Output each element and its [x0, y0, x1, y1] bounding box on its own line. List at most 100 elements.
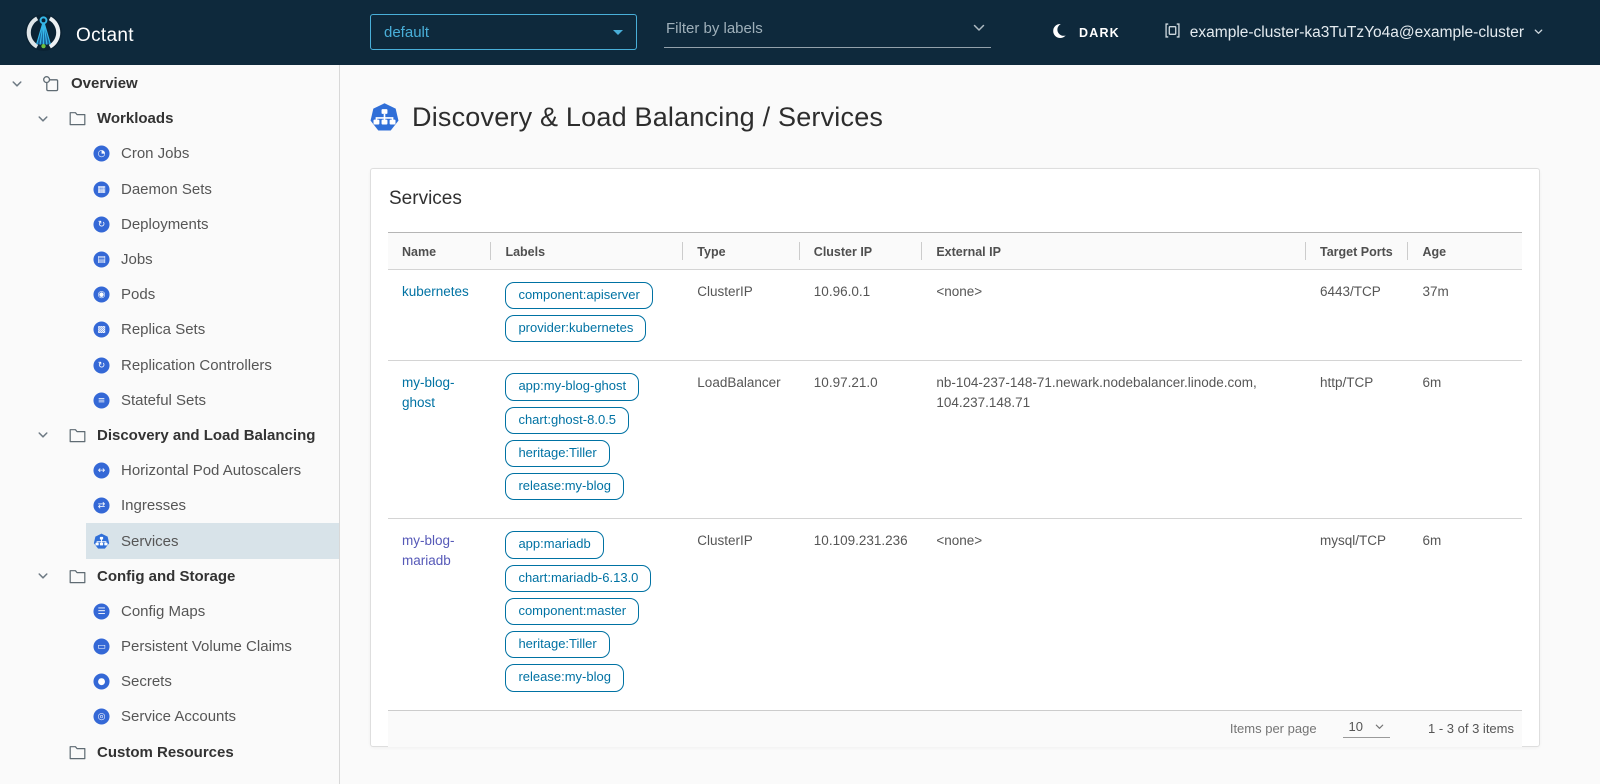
folder-icon [68, 743, 86, 761]
type-cell: ClusterIP [683, 519, 800, 710]
sidebar-item-services[interactable]: Services [0, 523, 339, 558]
ingresses-icon: ⇄ [92, 497, 110, 515]
column-header-target-ports: Target Ports [1306, 233, 1408, 270]
services-icon [92, 532, 110, 550]
namespace-value: default [384, 24, 429, 41]
table-header-row: NameLabelsTypeCluster IPExternal IPTarge… [388, 233, 1522, 270]
sidebar-item-label: Secrets [121, 673, 172, 690]
sidebar-item-secrets[interactable]: ● Secrets [0, 664, 339, 699]
brand: Octant [24, 13, 134, 57]
label-badge: app:mariadb [505, 531, 603, 558]
svg-text:◔: ◔ [97, 150, 105, 160]
sidebar-item-label: Custom Resources [97, 744, 234, 761]
sidebar-item-config-and-storage[interactable]: Config and Storage [0, 559, 339, 594]
sidebar-item-cron-jobs[interactable]: ◔ Cron Jobs [0, 136, 339, 171]
table-row-my-blog-mariadb: my-blog-mariadb app:mariadbchart:mariadb-… [388, 519, 1522, 710]
target-ports-cell: http/TCP [1306, 361, 1408, 519]
sidebar-item-pods[interactable]: ◉Pods [0, 277, 339, 312]
namespace-select[interactable]: default [370, 14, 637, 50]
chevron-down-icon[interactable] [36, 569, 50, 583]
service-link-my-blog-ghost[interactable]: my-blog-ghost [402, 375, 455, 410]
sidebar-item-stateful-sets[interactable]: ≡Stateful Sets [0, 383, 339, 418]
folder-icon [68, 426, 86, 444]
sidebar-item-service-accounts[interactable]: ◎ Service Accounts [0, 699, 339, 734]
dark-mode-toggle[interactable]: DARK [1046, 0, 1126, 65]
labels-cell: app:my-blog-ghost chart:ghost-8.0.5 herita… [491, 361, 683, 519]
cluster-ip-cell: 10.109.231.236 [800, 519, 923, 710]
items-per-page-select[interactable]: 10 [1343, 719, 1390, 738]
sidebar-item-label: Replica Sets [121, 321, 205, 338]
svg-text:◎: ◎ [97, 713, 105, 723]
svg-text:↔: ↔ [97, 466, 105, 476]
page-title: Discovery & Load Balancing / Services [412, 102, 883, 133]
svg-text:▤: ▤ [97, 255, 105, 265]
label-badge: heritage:Tiller [505, 440, 609, 467]
sidebar-item-workloads[interactable]: Workloads [0, 101, 339, 136]
sidebar-item-label: Service Accounts [121, 708, 236, 725]
sidebar-item-label: Replication Controllers [121, 357, 272, 374]
chevron-down-icon[interactable] [36, 112, 50, 126]
sidebar-item-label: Persistent Volume Claims [121, 638, 292, 655]
label-filter-input[interactable] [664, 20, 971, 43]
label-badge: chart:ghost-8.0.5 [505, 407, 629, 434]
svg-text:↻: ↻ [97, 220, 105, 230]
sidebar-item-label: Services [121, 533, 179, 550]
sidebar-item-discovery-and-load-balancing[interactable]: Discovery and Load Balancing [0, 418, 339, 453]
sidebar-item-custom-resources[interactable]: Custom Resources [0, 735, 339, 770]
chevron-down-icon[interactable] [971, 20, 987, 36]
sidebar-item-ingresses[interactable]: ⇄Ingresses [0, 488, 339, 523]
svg-text:●: ● [97, 677, 105, 687]
svg-text:▦: ▦ [97, 185, 105, 195]
svg-text:☰: ☰ [97, 607, 105, 617]
type-cell: LoadBalancer [683, 361, 800, 519]
sidebar-item-overview[interactable]: Overview [0, 66, 339, 101]
stateful-sets-icon: ≡ [92, 391, 110, 409]
label-badge: release:my-blog [505, 473, 624, 500]
cluster-ip-cell: 10.96.0.1 [800, 269, 923, 361]
chevron-down-icon[interactable] [10, 77, 24, 91]
sidebar-item-jobs[interactable]: ▤Jobs [0, 242, 339, 277]
horizontal-pod-autoscalers-icon: ↔ [92, 462, 110, 480]
moon-icon [1052, 22, 1070, 43]
pagination-range: 1 - 3 of 3 items [1428, 721, 1514, 736]
services-icon [369, 102, 400, 133]
overview-icon [42, 75, 60, 93]
sidebar-item-persistent-volume-claims[interactable]: ▭ Persistent Volume Claims [0, 629, 339, 664]
items-per-page-label: Items per page [1230, 721, 1317, 736]
replica-sets-icon: ▩ [92, 321, 110, 339]
service-link-my-blog-mariadb[interactable]: my-blog-mariadb [402, 533, 455, 568]
sidebar-item-config-maps[interactable]: ☰Config Maps [0, 594, 339, 629]
labels-cell: app:mariadbchart:mariadb-6.13.0component… [491, 519, 683, 710]
sidebar-item-daemon-sets[interactable]: ▦Daemon Sets [0, 172, 339, 207]
column-header-cluster-ip: Cluster IP [800, 233, 923, 270]
app-title: Octant [76, 16, 134, 55]
main-content: Discovery & Load Balancing / Services Se… [341, 65, 1600, 784]
target-ports-cell: mysql/TCP [1306, 519, 1408, 710]
external-ip-cell: nb-104-237-148-71.newark.nodebalancer.li… [922, 361, 1306, 519]
column-header-external-ip: External IP [922, 233, 1306, 270]
external-ip-cell: <none> [922, 519, 1306, 710]
sidebar-item-replication-controllers[interactable]: ↻ Replication Controllers [0, 348, 339, 383]
dark-mode-label: DARK [1079, 26, 1120, 40]
app-header: Octant default DARK example-cluster-ka3T… [0, 0, 1600, 65]
persistent-volume-claims-icon: ▭ [92, 638, 110, 656]
label-badge: release:my-blog [505, 664, 624, 691]
type-cell: ClusterIP [683, 269, 800, 361]
cluster-icon [1164, 22, 1181, 44]
label-badge: app:my-blog-ghost [505, 373, 639, 400]
label-badge: heritage:Tiller [505, 631, 609, 658]
cluster-select[interactable]: example-cluster-ka3TuTzYo4a@example-clus… [1164, 0, 1544, 65]
secrets-icon: ● [92, 673, 110, 691]
target-ports-cell: 6443/TCP [1306, 269, 1408, 361]
sidebar-item-horizontal-pod-autoscalers[interactable]: ↔Horizontal Pod Autoscalers [0, 453, 339, 488]
page-header: Discovery & Load Balancing / Services [341, 65, 1600, 133]
replication-controllers-icon: ↻ [92, 356, 110, 374]
service-link-kubernetes[interactable]: kubernetes [402, 284, 469, 299]
chevron-down-icon [1374, 721, 1385, 732]
sidebar-item-label: Cron Jobs [121, 145, 189, 162]
svg-text:▭: ▭ [97, 642, 105, 652]
octant-logo-icon [24, 13, 63, 57]
sidebar-item-deployments[interactable]: ↻Deployments [0, 207, 339, 242]
chevron-down-icon[interactable] [36, 428, 50, 442]
sidebar-item-replica-sets[interactable]: ▩ Replica Sets [0, 312, 339, 347]
